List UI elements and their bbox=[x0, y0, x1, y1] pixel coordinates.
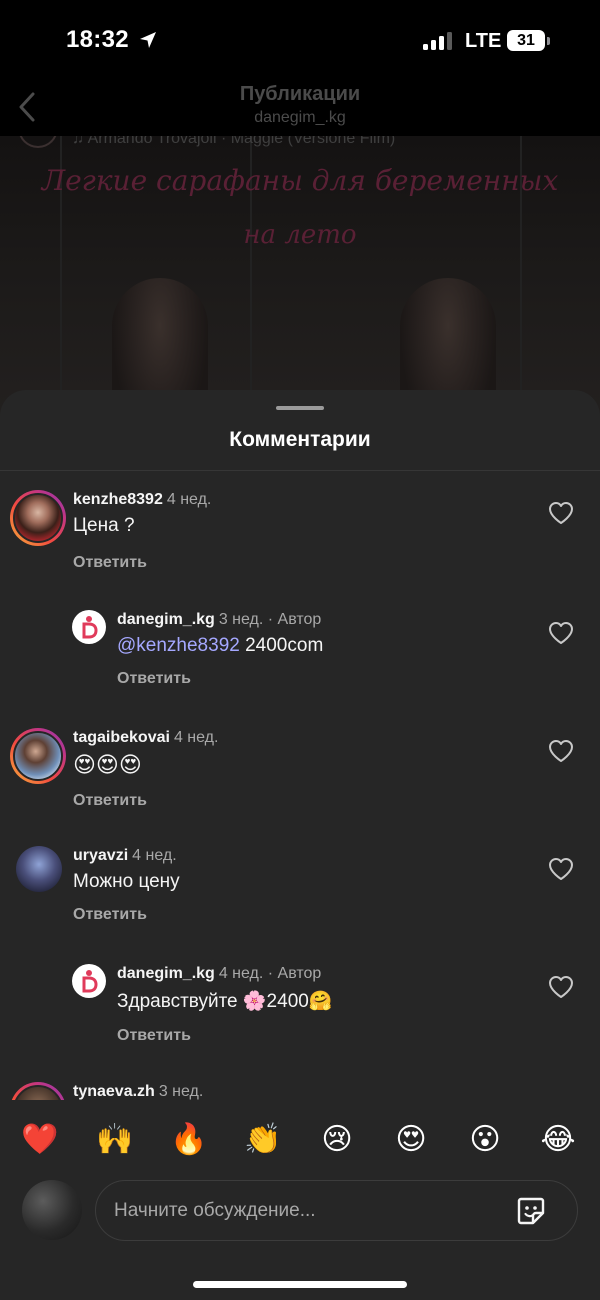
comment-username[interactable]: tagaibekovai bbox=[73, 729, 170, 746]
comments-sheet: Комментарии kenzhe8392 4 нед. Цена ? Отве… bbox=[0, 390, 600, 1300]
status-bar: 18:32 LTE 31 bbox=[0, 0, 600, 80]
like-heart-icon[interactable] bbox=[548, 501, 574, 525]
comment-text: Здравствуйте 🌸2400🤗 bbox=[117, 991, 333, 1012]
network-type: LTE bbox=[465, 30, 502, 52]
comment-text: 2400com bbox=[245, 635, 324, 656]
comment-time: 4 нед. bbox=[166, 491, 212, 508]
emoji-heart-button[interactable]: ❤️ bbox=[20, 1120, 60, 1160]
nav-header: Публикации danegim_.kg bbox=[0, 80, 600, 136]
avatar[interactable] bbox=[10, 490, 66, 546]
comment-username[interactable]: kenzhe8392 bbox=[73, 491, 163, 508]
page-title: Публикации bbox=[239, 83, 361, 105]
comment-time: 4 нед. · Автор bbox=[218, 965, 322, 982]
post-caption-line1: Легкие сарафаны для беременных bbox=[41, 164, 559, 197]
brand-logo-icon bbox=[82, 970, 98, 993]
status-time: 18:32 bbox=[66, 26, 129, 53]
home-indicator[interactable] bbox=[193, 1281, 407, 1288]
comment-time: 4 нед. bbox=[173, 729, 219, 746]
battery-icon: 31 bbox=[507, 30, 545, 51]
emoji-laugh-button[interactable]: 😂 bbox=[538, 1120, 578, 1160]
comment-username[interactable]: uryavzi bbox=[73, 847, 128, 864]
reply-button[interactable]: Ответить bbox=[117, 670, 191, 688]
brand-logo-icon bbox=[82, 616, 98, 639]
reply-button[interactable]: Ответить bbox=[73, 906, 147, 924]
like-heart-icon[interactable] bbox=[548, 621, 574, 645]
comment-input-box[interactable] bbox=[95, 1180, 578, 1241]
avatar[interactable] bbox=[10, 728, 66, 784]
comment-time: 3 нед. · Автор bbox=[218, 611, 322, 628]
reply-button[interactable]: Ответить bbox=[73, 792, 147, 810]
comment-username[interactable]: danegim_.kg bbox=[117, 965, 215, 982]
comment-text: Цена ? bbox=[73, 515, 135, 536]
sticker-icon[interactable] bbox=[515, 1195, 547, 1227]
comment-time: 4 нед. bbox=[132, 847, 177, 864]
avatar[interactable] bbox=[72, 610, 106, 644]
avatar[interactable] bbox=[16, 846, 62, 892]
emoji-cry-button[interactable]: 😢 bbox=[317, 1120, 357, 1160]
signal-icon bbox=[423, 32, 455, 50]
location-arrow-icon bbox=[140, 32, 156, 48]
like-heart-icon[interactable] bbox=[548, 857, 574, 881]
post-music-label: ♫ Armando Trovajoli · Maggie (Versione F… bbox=[72, 136, 396, 147]
battery-tip bbox=[547, 37, 550, 45]
reply-button[interactable]: Ответить bbox=[117, 1027, 191, 1045]
emoji-fire-button[interactable]: 🔥 bbox=[169, 1120, 209, 1160]
reply-button[interactable]: Ответить bbox=[73, 554, 147, 572]
current-user-avatar bbox=[22, 1180, 82, 1240]
comments-list[interactable]: kenzhe8392 4 нед. Цена ? Ответить danegim… bbox=[0, 472, 600, 1100]
comment-time: 3 нед. bbox=[158, 1083, 204, 1100]
avatar[interactable] bbox=[10, 1082, 66, 1100]
sheet-drag-handle[interactable] bbox=[276, 406, 324, 410]
comment-username[interactable]: tynaeva.zh bbox=[73, 1083, 155, 1100]
like-heart-icon[interactable] bbox=[548, 975, 574, 999]
emoji-surprised-button[interactable]: 😮 bbox=[465, 1120, 505, 1160]
emoji-quick-bar: ❤️ 🙌 🔥 👏 😢 😍 😮 😂 bbox=[0, 1120, 600, 1162]
comment-text: 😍😍😍 bbox=[73, 753, 142, 778]
comment-input[interactable] bbox=[114, 1181, 494, 1240]
sheet-title: Комментарии bbox=[229, 428, 371, 451]
page-subtitle: danegim_.kg bbox=[254, 109, 346, 126]
post-caption-line2: на лето bbox=[243, 220, 357, 250]
comment-text: Можно цену bbox=[73, 871, 180, 892]
post-author-avatar bbox=[18, 136, 58, 148]
avatar[interactable] bbox=[72, 964, 106, 998]
comment-username[interactable]: danegim_.kg bbox=[117, 611, 215, 628]
mention-link[interactable]: @kenzhe8392 bbox=[117, 635, 240, 656]
divider bbox=[0, 470, 600, 471]
emoji-heart-eyes-button[interactable]: 😍 bbox=[391, 1120, 431, 1160]
emoji-clap-button[interactable]: 👏 bbox=[243, 1120, 283, 1160]
emoji-raised-hands-button[interactable]: 🙌 bbox=[95, 1120, 135, 1160]
like-heart-icon[interactable] bbox=[548, 739, 574, 763]
